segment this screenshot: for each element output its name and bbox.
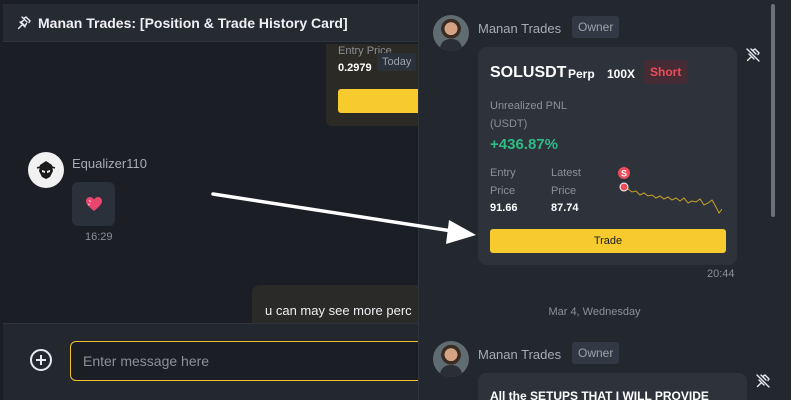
entry-price-label: Entry Price <box>490 167 516 197</box>
message-bubble-partial: u can may see more perc <box>252 285 422 325</box>
helmet-icon <box>36 161 56 179</box>
author-name: Manan Trades <box>478 21 562 36</box>
message-time: 16:29 <box>85 231 113 243</box>
entry-price-value: 91.66 <box>490 202 518 214</box>
latest-price-label: Latest Price <box>551 167 581 197</box>
position-card: SOLUSDT Perp 100X Short Unrealized PNL (… <box>478 47 737 265</box>
trade-button[interactable]: Trade <box>490 229 726 253</box>
short-marker-label: S <box>621 169 627 179</box>
entry-price-value: 0.2979 <box>338 62 372 74</box>
author-name: Manan Trades <box>478 347 562 362</box>
avatar[interactable] <box>433 341 469 377</box>
latest-price-value: 87.74 <box>551 202 579 214</box>
sender-name: Equalizer110 <box>72 156 147 171</box>
message-input[interactable] <box>70 341 430 381</box>
trade-button-partial[interactable] <box>338 89 422 113</box>
price-sparkline: S <box>618 167 722 214</box>
chat-title: Manan Trades: [Position & Trade History … <box>38 14 348 31</box>
message-text: All the SETUPS THAT I WILL PROVIDE <box>490 389 709 400</box>
message-bubble <box>72 182 115 226</box>
heart-emoji-icon <box>85 197 102 211</box>
pin-icon[interactable] <box>17 15 31 30</box>
side-badge: Short <box>644 60 688 84</box>
plus-circle-icon[interactable] <box>30 349 52 371</box>
contract-type: Perp <box>568 67 595 81</box>
pinned-messages-pane: Manan Trades Owner SOLUSDT Perp 100X Sho… <box>418 0 791 400</box>
leverage: 100X <box>607 67 636 81</box>
message-bubble: All the SETUPS THAT I WILL PROVIDE <box>478 373 747 400</box>
today-badge: Today <box>377 53 417 71</box>
message-time: 20:44 <box>707 268 735 280</box>
unpin-icon[interactable] <box>756 374 770 393</box>
message-text: u can may see more perc <box>265 303 412 318</box>
avatar[interactable] <box>28 152 64 188</box>
owner-badge: Owner <box>572 342 620 364</box>
pnl-label: Unrealized PNL (USDT) <box>490 100 567 130</box>
chat-header: Manan Trades: [Position & Trade History … <box>3 4 419 42</box>
date-separator: Mar 4, Wednesday <box>548 306 641 318</box>
pnl-value: +436.87% <box>490 136 558 153</box>
entry-marker <box>619 182 629 192</box>
unpin-icon[interactable] <box>746 48 760 67</box>
symbol: SOLUSDT <box>490 64 567 81</box>
scrollbar-thumb[interactable] <box>771 4 775 217</box>
owner-badge: Owner <box>572 16 620 38</box>
message-composer <box>3 323 430 400</box>
avatar[interactable] <box>433 15 469 51</box>
